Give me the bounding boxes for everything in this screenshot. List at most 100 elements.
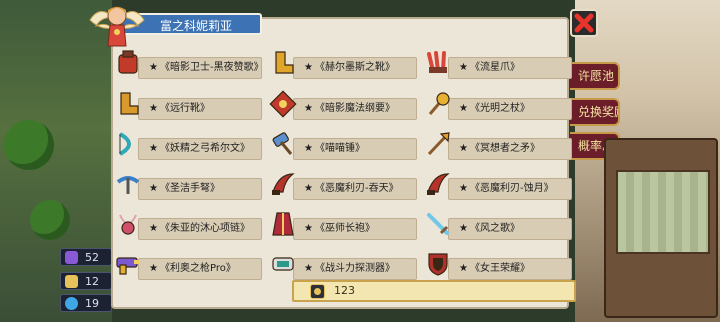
star-icon: ★ — [459, 103, 468, 114]
tree-sprite — [4, 120, 54, 170]
side-button-wish-pool[interactable]: 许愿池 — [570, 62, 620, 90]
reward-item[interactable]: ★ 《女王荣耀》 — [422, 252, 572, 282]
scanner-icon — [272, 257, 294, 271]
star-icon: ★ — [459, 143, 468, 154]
reward-item[interactable]: ★ 《利奥之枪Pro》 — [112, 252, 262, 282]
star-icon: ★ — [149, 103, 158, 114]
reward-item-name: 《光明之杖》 — [469, 103, 530, 114]
reward-item-name: 《战斗力探测器》 — [314, 263, 395, 274]
reward-item-label: ★ 《远行靴》 — [138, 98, 262, 120]
reward-item-name: 《利奥之枪Pro》 — [159, 263, 236, 274]
side-button-exchange[interactable]: 兑换奖励 — [570, 98, 620, 126]
star-icon: ★ — [304, 143, 313, 154]
reward-item[interactable]: ★ 《圣洁手弩》 — [112, 172, 262, 202]
reward-item-name: 《妖精之弓希尔文》 — [159, 143, 250, 154]
reward-item-name: 《朱亚的沐心项链》 — [159, 223, 250, 234]
resource-value: 12 — [85, 275, 99, 288]
reward-item-name: 《暗影卫士-黑夜赞歌》 — [159, 62, 262, 73]
resource-gold: 12 — [60, 272, 112, 290]
star-icon: ★ — [459, 223, 468, 234]
star-icon: ★ — [304, 103, 313, 114]
reward-item-name: 《远行靴》 — [159, 103, 210, 114]
reward-item-label: ★ 《女王荣耀》 — [448, 258, 572, 280]
reward-item-name: 《风之歌》 — [469, 223, 520, 234]
tree-sprite — [30, 200, 70, 240]
reward-item-label: ★ 《风之歌》 — [448, 218, 572, 240]
reward-item-label: ★ 《朱亚的沐心项链》 — [138, 218, 262, 240]
close-x-icon — [574, 13, 594, 33]
reward-item[interactable]: ★ 《巫师长袍》 — [267, 212, 417, 242]
reward-item-label: ★ 《圣洁手弩》 — [138, 178, 262, 200]
reward-item[interactable]: ★ 《冥想者之矛》 — [422, 132, 572, 162]
star-icon: ★ — [459, 62, 468, 73]
reward-item[interactable]: ★ 《战斗力探测器》 — [267, 252, 417, 282]
spellbook-icon — [269, 90, 297, 118]
close-button[interactable] — [570, 9, 598, 37]
reward-item-name: 《冥想者之矛》 — [469, 143, 540, 154]
star-icon: ★ — [149, 263, 158, 274]
blade-icon — [427, 173, 450, 195]
star-icon: ★ — [459, 263, 468, 274]
resource-value: 52 — [85, 251, 99, 264]
boots-icon — [120, 92, 139, 115]
bow-icon — [118, 132, 131, 156]
reward-item-name: 《女王荣耀》 — [469, 263, 530, 274]
star-icon: ★ — [304, 263, 313, 274]
resource-value: 19 — [85, 297, 99, 310]
blade-icon — [272, 173, 295, 195]
cost-bar: 123 — [292, 280, 576, 302]
star-icon: ★ — [304, 62, 313, 73]
crossbow-icon — [116, 176, 140, 194]
reward-item[interactable]: ★ 《远行靴》 — [112, 92, 262, 122]
reward-item[interactable]: ★ 《朱亚的沐心项链》 — [112, 212, 262, 242]
reward-item[interactable]: ★ 《风之歌》 — [422, 212, 572, 242]
gold-icon — [65, 275, 78, 288]
minimap — [604, 138, 718, 318]
resource-gems: 52 — [60, 248, 112, 266]
reward-item-label: ★ 《恶魔利刃-蚀月》 — [448, 178, 572, 200]
reward-item[interactable]: ★ 《恶魔利刃-蚀月》 — [422, 172, 572, 202]
reward-item[interactable]: ★ 《赫尔墨斯之靴》 — [267, 51, 417, 81]
reward-item-label: ★ 《战斗力探测器》 — [293, 258, 417, 280]
claw-icon — [427, 51, 447, 73]
reward-item-name: 《巫师长袍》 — [314, 223, 375, 234]
reward-item-label: ★ 《冥想者之矛》 — [448, 138, 572, 160]
cost-value: 123 — [334, 284, 355, 297]
star-icon: ★ — [149, 183, 158, 194]
reward-item-label: ★ 《流星爪》 — [448, 57, 572, 79]
armor-icon — [118, 50, 138, 74]
star-icon: ★ — [459, 183, 468, 194]
reward-item-label: ★ 《暗影魔法纲要》 — [293, 98, 417, 120]
hammer-icon — [272, 132, 293, 155]
angel-avatar-icon — [89, 6, 145, 47]
necklace-icon — [119, 214, 137, 235]
reward-item-name: 《恶魔利刃-蚀月》 — [469, 183, 554, 194]
reward-item[interactable]: ★ 《暗影卫士-黑夜赞歌》 — [112, 50, 262, 81]
reward-item-name: 《流星爪》 — [469, 62, 520, 73]
reward-item-name: 《赫尔墨斯之靴》 — [314, 62, 395, 73]
reward-item-label: ★ 《赫尔墨斯之靴》 — [293, 57, 417, 79]
reward-item[interactable]: ★ 《光明之杖》 — [422, 92, 572, 122]
reward-item[interactable]: ★ 《喵喵锤》 — [267, 132, 417, 162]
reward-item-name: 《圣洁手弩》 — [159, 183, 220, 194]
reward-item-label: ★ 《巫师长袍》 — [293, 218, 417, 240]
reward-item[interactable]: ★ 《妖精之弓希尔文》 — [112, 132, 262, 162]
crystal-icon — [65, 297, 78, 310]
gem-icon — [65, 251, 78, 264]
reward-item-name: 《暗影魔法纲要》 — [314, 103, 395, 114]
reward-item[interactable]: ★ 《流星爪》 — [422, 51, 572, 81]
reward-item[interactable]: ★ 《暗影魔法纲要》 — [267, 90, 417, 122]
boots-icon — [275, 51, 294, 74]
reward-item-label: ★ 《暗影卫士-黑夜赞歌》 — [138, 57, 262, 79]
star-icon: ★ — [304, 183, 313, 194]
star-icon: ★ — [304, 223, 313, 234]
star-icon: ★ — [149, 143, 158, 154]
gun-icon — [116, 257, 140, 275]
reward-item-label: ★ 《光明之杖》 — [448, 98, 572, 120]
reward-item-label: ★ 《喵喵锤》 — [293, 138, 417, 160]
reward-item[interactable]: ★ 《恶魔利刃-吞天》 — [267, 172, 417, 202]
reward-item-label: ★ 《恶魔利刃-吞天》 — [293, 178, 417, 200]
coin-icon — [310, 284, 325, 299]
sword-icon — [427, 213, 449, 235]
staff-icon — [428, 92, 450, 115]
